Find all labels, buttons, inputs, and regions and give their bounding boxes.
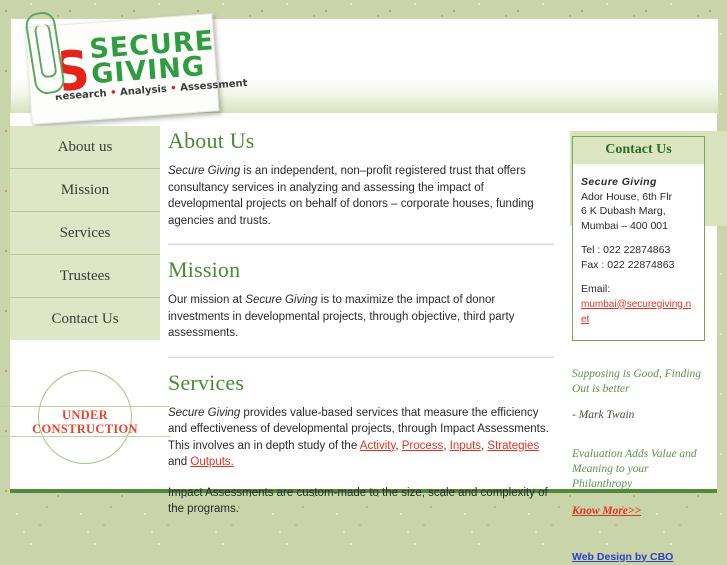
heading-about-us: About Us <box>168 128 255 153</box>
link-activity[interactable]: Activity <box>360 440 396 452</box>
quote-text: Supposing is Good, Finding Out is better <box>572 367 702 395</box>
nav-item-services[interactable]: Services <box>10 212 160 255</box>
contact-email-link[interactable]: mumbai@securegiving.net <box>581 299 691 326</box>
link-inputs[interactable]: Inputs <box>450 440 481 452</box>
under-construction-badge: UNDER CONSTRUCTION <box>0 370 170 464</box>
nav-item-trustees[interactable]: Trustees <box>10 255 160 298</box>
under-construction-text: UNDER CONSTRUCTION <box>6 408 164 436</box>
logo-tagline-analysis: Analysis <box>119 83 168 99</box>
divider-after-about <box>168 243 554 245</box>
site-logo[interactable]: S SECURE GIVING Research • Analysis • As… <box>22 10 248 125</box>
contact-address-line-3: Mumbai – 400 001 <box>581 219 668 232</box>
know-more-link[interactable]: Know More>> <box>572 505 641 517</box>
paragraph-services-2: Impact Assessments are custom-made to th… <box>168 486 548 516</box>
quote-block: Supposing is Good, Finding Out is better… <box>572 367 705 423</box>
quote-attribution: - Mark Twain <box>572 408 635 421</box>
nav-item-contact-us[interactable]: Contact Us <box>10 298 160 340</box>
right-sidebar: Contact Us Secure Giving Ador House, 6th… <box>572 136 705 565</box>
heading-mission: Mission <box>168 257 241 282</box>
contact-address-line-2: 6 K Dubash Marg, <box>581 205 666 217</box>
logo-tagline-dot-1: • <box>109 87 117 99</box>
divider-after-mission <box>168 355 554 358</box>
paragraph-services: Secure Giving provides value-based servi… <box>168 406 549 469</box>
services-org-name: Secure Giving <box>168 406 241 419</box>
mission-org-name: Secure Giving <box>245 294 318 306</box>
tagline-text: Evaluation Adds Value and Meaning to you… <box>572 447 697 490</box>
link-strategies[interactable]: Strategies <box>487 440 539 452</box>
primary-navigation: About us Mission Services Trustees Conta… <box>10 126 160 340</box>
contact-box: Contact Us Secure Giving Ador House, 6th… <box>572 136 705 341</box>
under-construction-line1: UNDER <box>62 408 108 422</box>
logo-wordmark: SECURE GIVING <box>88 25 217 90</box>
link-process[interactable]: Process <box>402 440 444 452</box>
under-construction-rule-bottom <box>0 436 170 437</box>
nav-item-mission[interactable]: Mission <box>10 169 160 212</box>
contact-telephone: Tel : 022 22874863 <box>581 244 671 256</box>
about-org-name: Secure Giving <box>168 165 241 177</box>
under-construction-line2: CONSTRUCTION <box>32 422 138 436</box>
contact-email-label: Email: <box>581 283 611 295</box>
contact-box-heading: Contact Us <box>573 137 704 165</box>
tagline-block: Evaluation Adds Value and Meaning to you… <box>572 447 705 492</box>
mission-text-before: Our mission at <box>168 294 246 306</box>
heading-services: Services <box>168 369 245 395</box>
contact-details: Secure Giving Ador House, 6th Flr 6 K Du… <box>573 165 704 340</box>
link-outputs[interactable]: Outputs. <box>190 456 233 468</box>
paragraph-about-us: Secure Giving is an independent, non–pro… <box>168 163 554 229</box>
logo-tagline-dot-2: • <box>169 83 178 95</box>
web-design-credit-link[interactable]: Web Design by CBO <box>572 551 673 563</box>
contact-org-name: Secure Giving <box>581 176 657 188</box>
contact-spacer-2 <box>581 272 696 282</box>
contact-spacer-1 <box>581 233 696 243</box>
under-construction-rule-top <box>0 406 170 407</box>
main-content: About Us Secure Giving is an independent… <box>168 128 554 532</box>
nav-item-about-us[interactable]: About us <box>10 126 160 169</box>
paragraph-mission: Our mission at Secure Giving is to maxim… <box>168 292 554 342</box>
page-root: S SECURE GIVING Research • Analysis • As… <box>0 0 727 563</box>
services-conjunction: and <box>168 456 191 468</box>
contact-fax: Fax : 022 22874863 <box>581 258 675 271</box>
contact-address-line-1: Ador House, 6th Flr <box>581 190 673 203</box>
